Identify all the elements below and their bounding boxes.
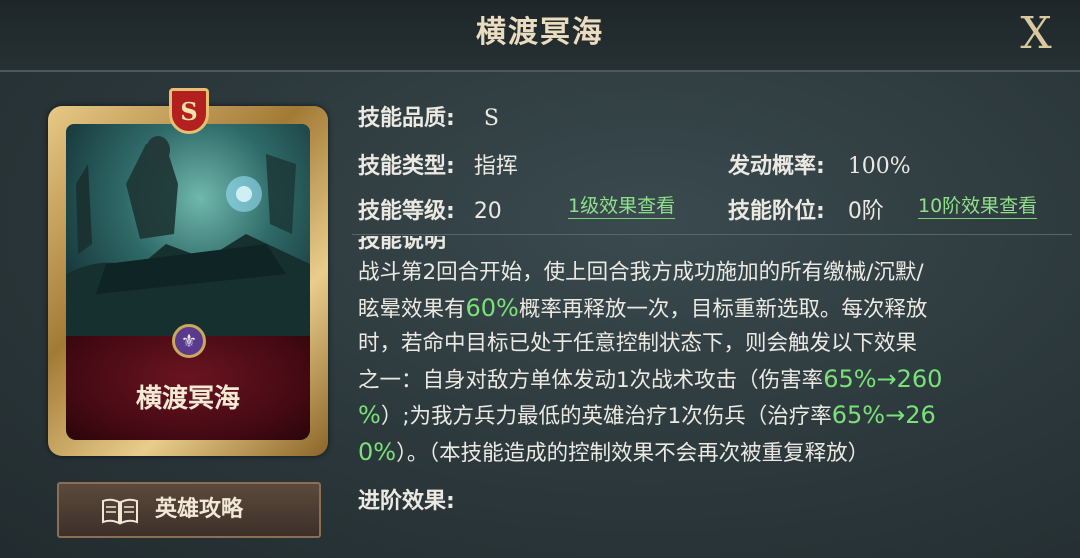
desc-line-1: 战斗第2回合开始，使上回合我方成功施加的所有缴械/沉默/ bbox=[358, 260, 924, 285]
rank10-effect-link[interactable]: 10阶效果查看 bbox=[918, 194, 1038, 219]
command-type-icon: ⚜ bbox=[172, 324, 206, 358]
skill-description: 战斗第2回合开始，使上回合我方成功施加的所有缴械/沉默/ 眩晕效果有60%概率再… bbox=[358, 256, 1048, 471]
artwork-illustration bbox=[66, 136, 310, 336]
hero-guide-label: 英雄攻略 bbox=[155, 497, 244, 522]
description-heading: 技能说明 bbox=[358, 236, 447, 250]
skill-artwork bbox=[66, 124, 310, 336]
card-skill-name: 横渡冥海 bbox=[135, 384, 240, 414]
desc-line-2: 眩晕效果有60%概率再释放一次，目标重新选取。每次释放 bbox=[358, 293, 928, 322]
level-label: 技能等级: bbox=[358, 199, 455, 224]
quality-label: 技能品质: bbox=[358, 106, 455, 131]
skill-card: 横渡冥海 ⚜ S bbox=[48, 88, 330, 458]
rank-label: 技能阶位: bbox=[728, 199, 825, 224]
type-label: 技能类型: bbox=[358, 154, 455, 179]
divider bbox=[352, 234, 1072, 235]
skill-detail-panel: 横渡冥海 X 横渡冥海 ⚜ S 英雄攻略 技能品质: S 技能类型: 指挥 发动… bbox=[0, 0, 1080, 558]
quality-row: 技能品质: S bbox=[358, 100, 499, 132]
quality-value: S bbox=[483, 106, 499, 131]
desc-line-6: 0%）。（本技能造成的控制效果不会再次被重复释放） bbox=[358, 437, 870, 466]
desc-line-4: 之一：自身对敌方单体发动1次战术攻击（伤害率65%→260 bbox=[358, 364, 943, 393]
close-button[interactable]: X bbox=[1014, 8, 1058, 60]
level1-effect-link[interactable]: 1级效果查看 bbox=[568, 194, 676, 219]
type-row: 技能类型: 指挥 bbox=[358, 148, 518, 180]
chance-value: 100% bbox=[847, 154, 911, 179]
grade-badge: S bbox=[169, 88, 209, 134]
book-icon bbox=[102, 498, 138, 525]
chance-label: 发动概率: bbox=[728, 154, 825, 179]
advance-effect-label: 进阶效果: bbox=[358, 489, 455, 514]
level-row: 技能等级: 20 bbox=[358, 193, 502, 225]
desc-line-3: 时，若命中目标已处于任意控制状态下，则会触发以下效果 bbox=[358, 331, 918, 356]
hero-guide-button[interactable]: 英雄攻略 bbox=[57, 482, 321, 538]
page-title: 横渡冥海 bbox=[476, 15, 604, 50]
rank-value: 0阶 bbox=[847, 199, 884, 224]
chance-row: 发动概率: 100% bbox=[728, 148, 911, 180]
rank-row: 技能阶位: 0阶 bbox=[728, 193, 884, 225]
type-value: 指挥 bbox=[473, 154, 518, 179]
desc-line-5: %）;为我方兵力最低的英雄治疗1次伤兵（治疗率65%→26 bbox=[358, 401, 936, 429]
level-value: 20 bbox=[473, 199, 502, 224]
